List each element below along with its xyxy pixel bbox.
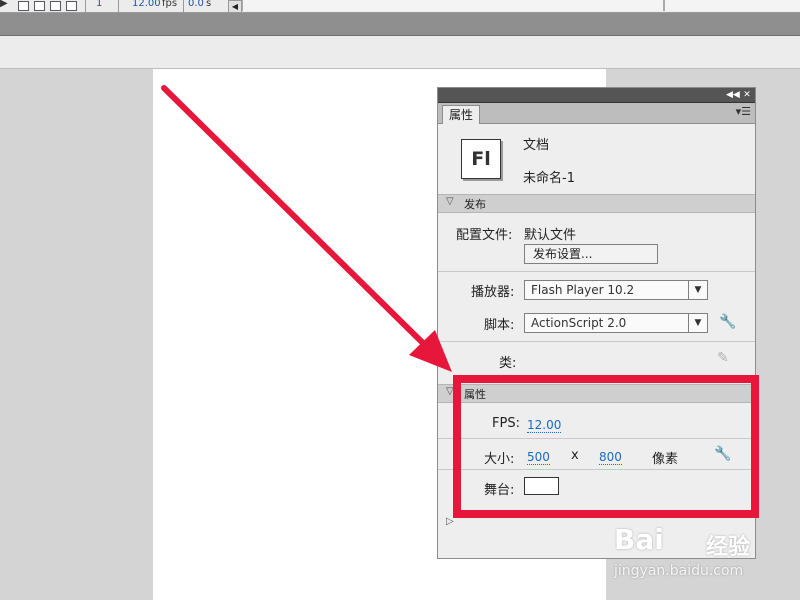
baidu-jingyan-watermark: Bai 经验 jingyan.baidu.com — [614, 515, 794, 587]
annotation-arrow-shaft — [161, 85, 435, 355]
watermark-cn: 经验 — [706, 535, 751, 560]
watermark-brand: Bai — [614, 523, 664, 556]
watermark-url: jingyan.baidu.com — [614, 563, 744, 579]
annotation-highlight-box — [453, 375, 759, 518]
